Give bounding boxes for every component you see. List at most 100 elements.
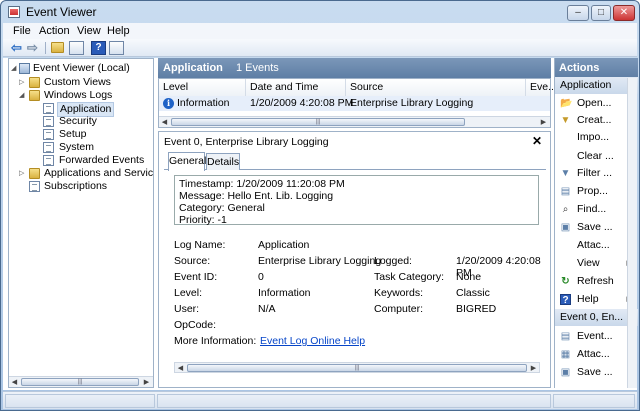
scroll-left-icon[interactable]: ◀ — [176, 364, 185, 373]
action-label: Impo... — [577, 131, 610, 143]
action-properties[interactable]: ▤ Prop... — [555, 183, 638, 200]
menu-view[interactable]: View — [77, 25, 101, 37]
action-label: Refresh — [577, 275, 614, 287]
detail-horizontal-scrollbar[interactable]: ◀ ||| ▶ — [174, 362, 540, 373]
actions-vertical-scrollbar[interactable] — [627, 78, 637, 388]
scroll-thumb[interactable]: ||| — [21, 378, 139, 386]
scroll-right-icon[interactable]: ▶ — [529, 364, 538, 373]
scroll-thumb[interactable]: ||| — [171, 118, 465, 126]
action-label: Clear ... — [577, 150, 614, 162]
cell-source: Enterprise Library Logging — [350, 97, 474, 109]
grid-horizontal-scrollbar[interactable]: ◀ ||| ▶ — [159, 116, 550, 127]
tree-item-security[interactable]: Security — [11, 115, 151, 128]
minimize-button[interactable]: – — [567, 5, 589, 21]
column-header-source[interactable]: Source — [346, 79, 526, 96]
column-header-event-id[interactable]: Eve... — [526, 79, 557, 96]
arrow-left-icon[interactable]: ⇦ — [9, 41, 24, 55]
tree-label-root: Event Viewer (Local) — [33, 62, 130, 74]
action-import-custom-view[interactable]: Impo... — [555, 129, 638, 146]
scroll-left-icon[interactable]: ◀ — [160, 118, 169, 127]
scroll-right-icon[interactable]: ▶ — [142, 378, 151, 387]
tree-label-setup: Setup — [59, 128, 87, 140]
find-icon: ⌕ — [562, 204, 569, 215]
action-attach-task[interactable]: Attac... — [555, 237, 638, 254]
action-view[interactable]: View ▶ — [555, 255, 638, 272]
column-header-level[interactable]: Level — [159, 79, 246, 96]
action-open-saved-log[interactable]: 📂 Open... — [555, 95, 638, 112]
task-category-label: Task Category: — [374, 271, 445, 283]
column-header-date-time[interactable]: Date and Time — [246, 79, 346, 96]
tree-label-applications-services: Applications and Services Lo — [44, 167, 154, 179]
collapsed-icon[interactable]: ▷ — [19, 76, 27, 89]
close-button[interactable]: ✕ — [613, 5, 635, 21]
message-line: Priority: -1 — [179, 214, 227, 226]
help-icon: ? — [560, 294, 571, 306]
maximize-button[interactable]: □ — [591, 5, 611, 21]
tree-item-applications-services[interactable]: ▷ Applications and Services Lo — [11, 167, 153, 180]
actions-section-application[interactable]: Application ▲ — [555, 77, 638, 94]
menu-file[interactable]: File — [13, 25, 31, 37]
table-row[interactable]: i Information 1/20/2009 4:20:08 PM Enter… — [159, 96, 550, 111]
tree-item-subscriptions[interactable]: Subscriptions — [11, 180, 151, 193]
action-filter-current-log[interactable]: ▼ Filter ... — [555, 165, 638, 182]
expanded-icon[interactable]: ◢ — [19, 89, 27, 102]
open-folder-icon: 📂 — [560, 98, 573, 109]
log-name-label: Log Name: — [174, 239, 226, 251]
action-refresh[interactable]: ↻ Refresh — [555, 273, 638, 290]
menu-action[interactable]: Action — [39, 25, 70, 37]
action-event-properties[interactable]: ▤ Event... — [555, 328, 638, 345]
section-label: Application — [560, 79, 612, 91]
actions-title: Actions — [559, 62, 600, 74]
tab-details[interactable]: Details — [206, 153, 240, 170]
event-log-online-help-link[interactable]: Event Log Online Help — [260, 335, 365, 347]
tree-item-application[interactable]: Application — [11, 102, 151, 117]
log-icon — [43, 103, 54, 114]
user-value: N/A — [258, 303, 276, 315]
tree-horizontal-scrollbar[interactable]: ◀ ||| ▶ — [9, 376, 153, 387]
message-line: Message: Hello Ent. Lib. Logging — [179, 190, 334, 202]
navigation-tree: ◢ Event Viewer (Local) ▷ Custom Views ◢ … — [8, 58, 154, 388]
action-label: Help — [577, 293, 599, 305]
menu-bar: File Action View Help — [3, 23, 637, 39]
scroll-thumb[interactable]: ||| — [187, 364, 527, 372]
up-folder-button[interactable] — [51, 41, 66, 55]
actions-section-event[interactable]: Event 0, En... ▲ — [555, 309, 638, 326]
action-clear-log[interactable]: Clear ... — [555, 148, 638, 165]
collapsed-icon[interactable]: ▷ — [19, 167, 27, 180]
tab-general[interactable]: General — [168, 152, 206, 171]
close-icon[interactable]: ✕ — [532, 134, 542, 148]
tree-item-root[interactable]: ◢ Event Viewer (Local) — [11, 62, 151, 75]
save-icon: ▣ — [560, 222, 571, 233]
event-message-box[interactable]: Timestamp: 1/20/2009 11:20:08 PM Message… — [174, 175, 539, 226]
scroll-right-icon[interactable]: ▶ — [539, 118, 548, 127]
log-header: Application 1 Events — [158, 58, 551, 78]
action-create-custom-view[interactable]: ▼ Creat... — [555, 112, 638, 129]
title-bar[interactable]: Event Viewer – □ ✕ — [1, 1, 639, 23]
opcode-label: OpCode: — [174, 319, 217, 331]
action-help[interactable]: ? Help ▶ — [555, 291, 638, 308]
action-save-events[interactable]: ▣ Save ... — [555, 219, 638, 236]
action-attach-task-to-event[interactable]: ▦ Attac... — [555, 346, 638, 363]
action-save-selected-events[interactable]: ▣ Save ... — [555, 364, 638, 381]
tree-item-system[interactable]: System — [11, 141, 151, 154]
help-icon[interactable]: ? — [91, 41, 106, 55]
event-viewer-app-icon — [8, 6, 20, 18]
arrow-right-icon[interactable]: ⇨ — [25, 41, 40, 55]
action-find[interactable]: ⌕ Find... — [555, 201, 638, 218]
tree-item-custom-views[interactable]: ▷ Custom Views — [11, 76, 151, 89]
tree-label-subscriptions: Subscriptions — [44, 180, 108, 192]
event-viewer-window: Event Viewer – □ ✕ File Action View Help… — [0, 0, 640, 411]
tree-item-windows-logs[interactable]: ◢ Windows Logs — [11, 89, 151, 102]
folder-icon — [29, 90, 40, 101]
menu-help[interactable]: Help — [107, 25, 130, 37]
show-hide-action-pane-button[interactable] — [109, 41, 124, 55]
tree-item-setup[interactable]: Setup — [11, 128, 151, 141]
event-properties-icon: ▤ — [560, 331, 571, 342]
show-hide-tree-button[interactable] — [69, 41, 84, 55]
information-icon: i — [163, 98, 174, 109]
toolbar: ⇦ ⇨ ? — [3, 39, 637, 57]
scroll-left-icon[interactable]: ◀ — [10, 378, 19, 387]
tree-item-forwarded-events[interactable]: Forwarded Events — [11, 154, 151, 167]
action-label: Find... — [577, 203, 607, 215]
expanded-icon[interactable]: ◢ — [11, 62, 19, 75]
